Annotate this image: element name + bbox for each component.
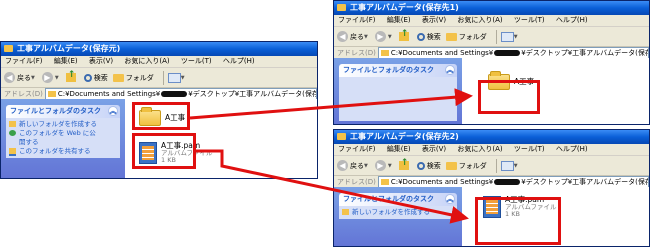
copy-arrows	[189, 88, 473, 224]
arrow-to-destination-2	[196, 149, 469, 224]
arrow-to-destination-1	[189, 88, 473, 120]
